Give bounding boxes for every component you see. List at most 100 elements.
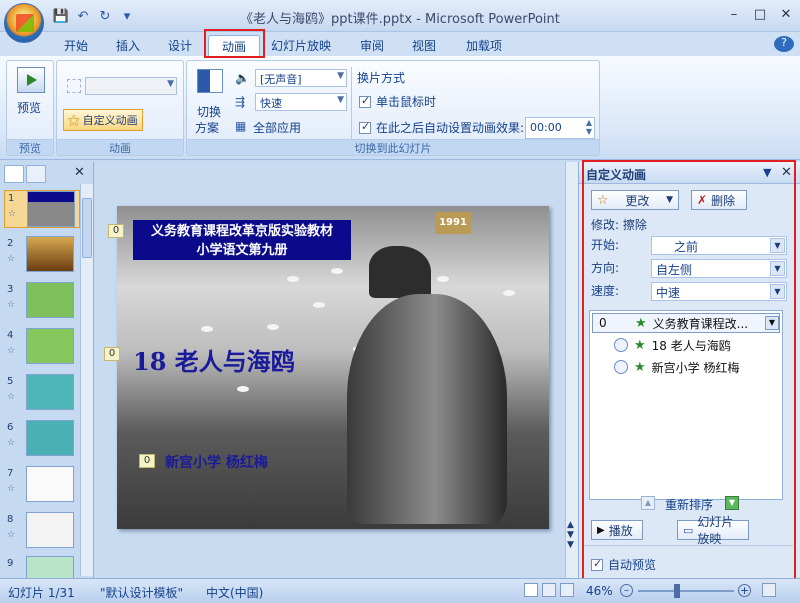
switch-scheme-line2[interactable]: 方案 [195, 119, 219, 136]
tab-insert[interactable]: 插入 [106, 35, 150, 56]
divider [351, 67, 352, 139]
tab-animations[interactable]: 动画 [208, 35, 260, 56]
change-button[interactable]: ☆ 更改 ▼ [591, 190, 679, 210]
thumbnail-image [26, 328, 74, 364]
slide-thumb-9[interactable]: 9 [4, 556, 80, 578]
panel-tabs [4, 165, 46, 183]
custom-animation-button[interactable]: ⚝ 自定义动画 [63, 109, 143, 131]
direction-select[interactable]: 自左侧 ▼ [651, 259, 787, 278]
theme-name: "默认设计模板" [100, 586, 184, 600]
tab-view[interactable]: 视图 [402, 35, 446, 56]
close-button[interactable]: ✕ [774, 4, 798, 24]
time-stepper[interactable]: 00:00 ▲ ▼ [525, 117, 595, 139]
sound-select[interactable]: [无声音] ▼ [255, 69, 347, 87]
slide-header-textbox[interactable]: 义务教育课程改革京版实验教材 小学语文第九册 [133, 220, 351, 260]
redo-icon[interactable]: ↻ [96, 7, 114, 25]
close-panel-icon[interactable]: ✕ [74, 165, 85, 180]
speed-value: 快速 [260, 97, 282, 110]
list-item[interactable]: ★ 18 老人与海鸥 [592, 335, 780, 355]
preview-icon[interactable] [17, 67, 45, 93]
entrance-effect-icon: ★ [635, 315, 647, 331]
zoom-level[interactable]: 46% [586, 584, 613, 598]
slide-thumb-8[interactable]: 8 ☆ [4, 512, 80, 550]
slide-title[interactable]: 18 老人与海鸥 [133, 342, 295, 377]
thumbnail-image [26, 466, 74, 502]
auto-preview-checkbox[interactable]: 自动预览 [591, 556, 656, 573]
start-select[interactable]: 之前 ▼ [651, 236, 787, 255]
transition-scheme-icon[interactable] [197, 69, 223, 93]
on-click-label: 单击鼠标时 [376, 95, 437, 109]
slide-thumb-1[interactable]: 1 ☆ [4, 190, 80, 228]
help-icon[interactable]: ? [774, 36, 794, 52]
sound-icon: 🔈 [235, 71, 250, 85]
prev-next-slide-icon[interactable]: ▲ ▼ ▼ [567, 520, 574, 550]
switch-scheme-line1[interactable]: 切换 [197, 103, 221, 120]
slide-thumb-7[interactable]: 7 ☆ [4, 466, 80, 504]
animate-select[interactable]: ▼ [85, 77, 177, 95]
pane-close-icon[interactable]: ✕ [781, 165, 792, 180]
undo-icon[interactable]: ↶ [74, 7, 92, 25]
auto-after-checkbox[interactable]: 在此之后自动设置动画效果: [359, 119, 524, 136]
apply-all-button[interactable]: 全部应用 [253, 119, 301, 136]
slide-thumb-2[interactable]: 2 ☆ [4, 236, 80, 274]
group-preview: 预览 预览 [6, 60, 54, 156]
entrance-effect-icon: ★ [634, 337, 646, 353]
tab-slides[interactable] [4, 165, 24, 183]
title-bar: 💾 ↶ ↻ ▾ 《老人与海鸥》ppt课件.pptx - Microsoft Po… [0, 0, 800, 32]
animation-list[interactable]: 0 ★ 义务教育课程改... ▼ ★ 18 老人与海鸥 ★ 新宫小学 杨红梅 [589, 310, 783, 500]
thumbnail-scrollbar[interactable] [80, 184, 93, 576]
zoom-in-icon[interactable]: + [738, 584, 751, 597]
maximize-button[interactable]: □ [748, 4, 772, 24]
list-item[interactable]: ★ 新宫小学 杨红梅 [592, 357, 780, 377]
animation-tag[interactable]: 0 [104, 347, 120, 361]
speed-select[interactable]: 快速 ▼ [255, 93, 347, 111]
save-icon[interactable]: 💾 [52, 7, 70, 25]
slide-author[interactable]: 新宫小学 杨红梅 [165, 452, 268, 472]
move-down-icon[interactable]: ▼ [725, 496, 739, 510]
pane-menu-icon[interactable]: ▼ [763, 166, 771, 179]
minimize-button[interactable]: – [722, 4, 746, 24]
animation-tag[interactable]: 0 [108, 224, 124, 238]
slideshow-button[interactable]: ▭ 幻灯片放映 [677, 515, 749, 546]
slide-thumb-4[interactable]: 4 ☆ [4, 328, 80, 366]
play-button[interactable]: ▶ 播放 [591, 520, 643, 540]
slide-thumb-3[interactable]: 3 ☆ [4, 282, 80, 320]
start-value: 之前 [674, 240, 699, 254]
slide-editing-area: 1991 义务教育课程改革京版实验教材 小学语文第九册 18 老人与海鸥 新宫小… [95, 162, 578, 578]
tab-outline[interactable] [26, 165, 46, 183]
move-up-icon[interactable]: ▲ [641, 496, 655, 510]
office-button[interactable] [4, 3, 44, 43]
animation-tag[interactable]: 0 [139, 454, 155, 468]
group-animation: ▼ ⚝ 自定义动画 动画 [56, 60, 184, 156]
list-item[interactable]: 0 ★ 义务教育课程改... ▼ [592, 313, 780, 333]
speed-select[interactable]: 中速 ▼ [651, 282, 787, 301]
tab-home[interactable]: 开始 [54, 35, 98, 56]
customize-qat-icon[interactable]: ▾ [118, 7, 136, 25]
preview-button[interactable]: 预览 [17, 99, 41, 116]
scroll-thumb[interactable] [82, 198, 92, 258]
slide-thumb-6[interactable]: 6 ☆ [4, 420, 80, 458]
delete-button[interactable]: ✗ 删除 [691, 190, 747, 210]
star-icon: ☆ [7, 346, 16, 356]
tab-review[interactable]: 审阅 [350, 35, 394, 56]
slide-thumb-5[interactable]: 5 ☆ [4, 374, 80, 412]
slideshow-view-icon[interactable] [560, 583, 574, 597]
slideshow-label: 幻灯片放映 [697, 515, 734, 546]
star-icon: ☆ [7, 484, 16, 494]
zoom-slider[interactable] [638, 590, 734, 592]
sorter-view-icon[interactable] [542, 583, 556, 597]
fit-to-window-icon[interactable] [762, 583, 776, 597]
tab-addins[interactable]: 加载项 [456, 35, 512, 56]
on-click-checkbox[interactable]: 单击鼠标时 [359, 93, 436, 110]
zoom-slider-handle[interactable] [674, 584, 680, 598]
tab-slideshow[interactable]: 幻灯片放映 [266, 35, 336, 56]
slide-scrollbar[interactable]: ▲ ▼ ▼ [565, 162, 578, 578]
speed-value: 中速 [656, 286, 681, 300]
item-dropdown-icon[interactable]: ▼ [765, 316, 779, 330]
group-transition: 切换 方案 🔈 [无声音]▼ ⇶ 快速▼ ▦ 全部应用 换片方式 单击鼠标时 在… [186, 60, 600, 156]
zoom-out-icon[interactable]: – [620, 584, 633, 597]
normal-view-icon[interactable] [524, 583, 538, 597]
slide-canvas[interactable]: 1991 义务教育课程改革京版实验教材 小学语文第九册 18 老人与海鸥 新宫小… [117, 206, 549, 529]
advance-header: 换片方式 [357, 71, 406, 85]
tab-design[interactable]: 设计 [158, 35, 202, 56]
